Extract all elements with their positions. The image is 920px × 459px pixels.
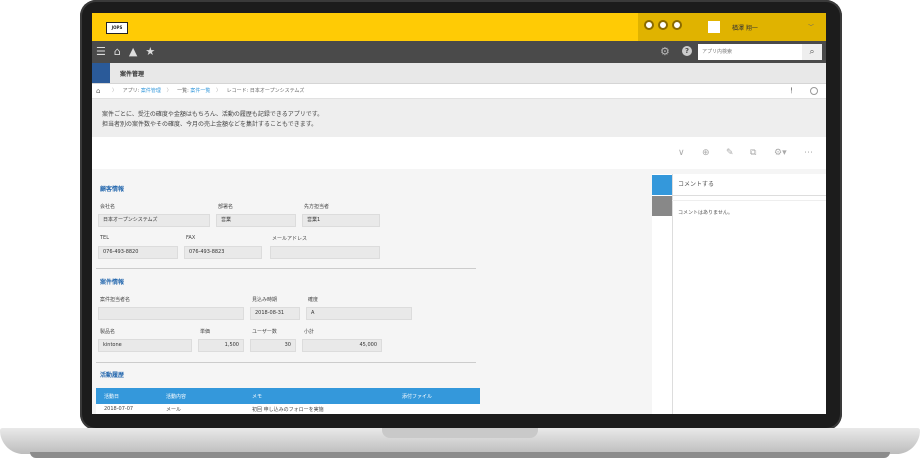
laptop-notch: [382, 428, 538, 438]
breadcrumb-separator: 〉: [166, 88, 172, 94]
email-label: メールアドレス: [272, 236, 308, 242]
table-row: 2018-07-07 メール 初回 申し込みのフォローを実施: [96, 404, 480, 414]
home-icon[interactable]: ⌂: [96, 84, 100, 98]
record-form: [92, 174, 652, 414]
tel-label: TEL: [100, 235, 109, 241]
product-field: kintone: [98, 339, 192, 352]
subtotal-label: 小計: [304, 329, 315, 335]
subtotal-field: 45,000: [302, 339, 382, 352]
laptop-base-bottom: [30, 452, 890, 458]
dept-field: 営業: [216, 214, 296, 227]
product-label: 製品名: [100, 329, 116, 335]
add-record-icon[interactable]: ⊕: [702, 149, 710, 158]
unit-price-label: 単価: [200, 329, 211, 335]
divider: [672, 200, 826, 201]
user-name[interactable]: 楢澤 翔一: [732, 23, 758, 32]
owner-field: [98, 307, 244, 320]
description-line: 担当者別の案件数やその確度、今月の売上金額などを集計することもできます。: [102, 121, 318, 128]
section-title-customer: 顧客情報: [100, 186, 125, 193]
divider: [96, 268, 476, 269]
company-logo[interactable]: JOPS: [106, 22, 128, 34]
fax-label: FAX: [186, 235, 196, 241]
avatar[interactable]: [708, 21, 720, 33]
home-icon[interactable]: ⌂: [114, 45, 121, 58]
duplicate-icon[interactable]: ⧉: [750, 149, 756, 158]
chevron-down-icon[interactable]: ﹀: [808, 22, 814, 31]
breadcrumb-separator: 〉: [112, 88, 118, 94]
search-input[interactable]: アプリ内検索: [698, 44, 802, 60]
breadcrumb-items: 〉 アプリ: 案件管理 〉 一覧: 案件一覧 〉 レコード: 日本オープンシステ…: [108, 84, 304, 98]
app-header: 案件管理: [92, 63, 826, 84]
gear-icon[interactable]: ⚙: [660, 45, 670, 58]
owner-label: 案件担当者名: [100, 297, 131, 303]
email-field: [270, 246, 380, 259]
gear-icon[interactable]: ⚙▾: [774, 149, 787, 158]
contact-field: 営業1: [302, 214, 380, 227]
help-icon[interactable]: ?: [682, 46, 692, 56]
column-header: メモ: [252, 394, 263, 400]
comment-tab-icon[interactable]: [652, 175, 672, 195]
nav-bar: ☰ ⌂ ▲ ★ ⚙ ? アプリ内検索 ⌕: [92, 41, 826, 63]
app-title: 案件管理: [120, 71, 145, 78]
column-header: 活動内容: [166, 394, 187, 400]
screen: JOPS 楢澤 翔一 ﹀ ☰ ⌂ ▲ ★ ⚙ ? アプリ内検索 ⌕ 案件管理 ⌂…: [92, 13, 826, 414]
pane-divider: [672, 174, 673, 414]
expected-field: 2018-08-31: [250, 307, 300, 320]
pin-icon[interactable]: ╿: [790, 84, 793, 98]
menu-icon[interactable]: ☰: [96, 45, 106, 58]
column-header: 活動日: [104, 394, 120, 400]
activity-table-header: 活動日 活動内容 メモ 添付ファイル: [96, 388, 480, 404]
edit-icon[interactable]: ✎: [726, 149, 734, 158]
expected-label: 見込み時期: [252, 297, 278, 303]
breadcrumb-record: レコード: 日本オープンシステムズ: [226, 88, 305, 94]
fax-field: 076-493-8823: [184, 246, 262, 259]
history-tab-icon[interactable]: [652, 196, 672, 216]
divider: [672, 195, 826, 196]
star-icon[interactable]: ★: [145, 45, 155, 58]
favorites-icon[interactable]: [672, 20, 682, 30]
dept-label: 部署名: [218, 204, 234, 210]
app-icon: [92, 63, 110, 83]
notification-icon[interactable]: [658, 20, 668, 30]
more-icon[interactable]: ⋯: [804, 149, 813, 158]
breadcrumb-separator: 〉: [216, 88, 222, 94]
breadcrumb-list-prefix: 一覧:: [177, 88, 189, 94]
description-line: 案件ごとに、受注の確度や金額はもちろん、活動の履歴も記録できるアプリです。: [102, 111, 324, 118]
section-title-activity: 活動履歴: [100, 372, 125, 379]
breadcrumb-list-link[interactable]: 案件一覧: [190, 88, 210, 94]
column-header: 添付ファイル: [402, 394, 433, 400]
contact-label: 先方担当者: [304, 204, 330, 210]
header-icons: [644, 20, 682, 30]
section-title-deal: 案件情報: [100, 279, 125, 286]
record-toolbar: ∨ ⊕ ✎ ⧉ ⚙▾ ⋯: [92, 137, 826, 169]
users-field: 30: [250, 339, 296, 352]
info-icon[interactable]: [810, 87, 818, 95]
certainty-label: 確度: [308, 297, 319, 303]
breadcrumb-app-prefix: アプリ:: [122, 88, 140, 94]
top-header: JOPS 楢澤 翔一 ﹀: [92, 13, 826, 41]
bell-icon[interactable]: ▲: [129, 45, 137, 58]
company-label: 会社名: [100, 204, 116, 210]
portal-icon[interactable]: [644, 20, 654, 30]
app-description: 案件ごとに、受注の確度や金額はもちろん、活動の履歴も記録できるアプリです。 担当…: [92, 99, 826, 137]
unit-price-field: 1,500: [198, 339, 244, 352]
search-icon[interactable]: ⌕: [802, 44, 822, 60]
breadcrumb: ⌂ 〉 アプリ: 案件管理 〉 一覧: 案件一覧 〉 レコード: 日本オープンシ…: [92, 84, 826, 99]
table-cell: 初回 申し込みのフォローを実施: [252, 407, 324, 413]
comment-action[interactable]: コメントする: [678, 179, 714, 188]
chevron-down-icon[interactable]: ∨: [678, 149, 685, 158]
certainty-field: A: [306, 307, 412, 320]
breadcrumb-app-link[interactable]: 案件管理: [141, 88, 161, 94]
company-field: 日本オープンシステムズ: [98, 214, 210, 227]
tel-field: 076-493-8820: [98, 246, 178, 259]
no-comments-text: コメントはありません。: [678, 210, 733, 216]
divider: [96, 362, 476, 363]
table-cell: 2018-07-07: [104, 406, 134, 412]
users-label: ユーザー数: [252, 329, 277, 335]
nav-icons: ☰ ⌂ ▲ ★: [96, 45, 155, 58]
table-cell: メール: [166, 407, 182, 413]
